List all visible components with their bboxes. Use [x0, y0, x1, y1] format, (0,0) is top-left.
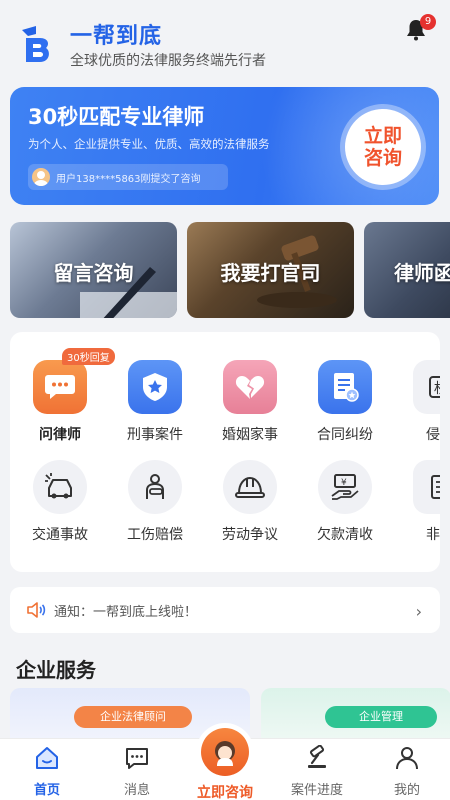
category-criminal[interactable]: 刑事案件	[107, 360, 203, 444]
tab-label: 立即咨询	[197, 785, 253, 800]
tab-profile[interactable]: 我的	[362, 745, 450, 798]
chevron-right-icon: ›	[415, 602, 422, 621]
service-card-message[interactable]: 留言咨询	[10, 222, 177, 318]
consult-now-button[interactable]: 立即咨询	[345, 109, 421, 185]
tab-messages[interactable]: 消息	[92, 745, 182, 798]
speaker-icon	[27, 602, 46, 618]
notice-text: 一帮到底上线啦！	[93, 604, 198, 620]
recent-user-text: 用户138****5863刚提交了咨询	[56, 173, 201, 185]
category-label: 刑事案件	[127, 427, 183, 443]
tab-label: 首页	[33, 783, 60, 798]
banner-title: 30秒匹配专业律师	[28, 105, 205, 129]
service-card-label: 我要打官司	[220, 261, 321, 285]
consult-button-ring	[196, 723, 254, 781]
enterprise-section-title: 企业服务	[16, 658, 96, 682]
broken-heart-icon	[223, 360, 277, 414]
notice-label: 通知：	[54, 604, 94, 620]
message-icon	[126, 748, 148, 769]
lawyer-avatar-icon	[201, 728, 249, 776]
category-debt[interactable]: ¥ 欠款清收	[297, 460, 393, 544]
tab-home[interactable]: 首页	[2, 745, 92, 798]
tab-label: 消息	[123, 783, 150, 798]
svg-text:¥: ¥	[341, 478, 347, 488]
gavel-icon	[308, 744, 326, 768]
category-non-litigation[interactable]: 非讼	[392, 460, 440, 544]
service-cards: 留言咨询 我要打官司 律师函	[10, 222, 450, 318]
category-label: 侵权	[426, 427, 440, 443]
category-contract[interactable]: 合同纠纷	[297, 360, 393, 444]
debt-icon: ¥	[318, 460, 372, 514]
shield-star-icon	[128, 360, 182, 414]
category-label: 问律师	[39, 427, 81, 443]
app-name: 一帮到底	[70, 24, 163, 49]
category-label: 欠款清收	[317, 527, 373, 543]
category-ask-lawyer[interactable]: 30秒回复 问律师	[12, 348, 115, 444]
enterprise-card-tag: 企业管理	[325, 706, 437, 728]
injury-icon	[128, 460, 182, 514]
helmet-icon	[223, 460, 277, 514]
contract-icon	[318, 360, 372, 414]
category-label: 婚姻家事	[222, 427, 278, 443]
app-header: 一帮到底 全球优质的法律服务终端先行者 9	[0, 0, 450, 80]
service-card-label: 律师函	[394, 261, 450, 285]
user-avatar-icon	[32, 168, 50, 186]
tab-label: 我的	[393, 783, 420, 798]
category-traffic[interactable]: 交通事故	[12, 460, 108, 544]
infringement-icon: 权	[413, 360, 440, 414]
category-label: 交通事故	[32, 527, 88, 543]
profile-icon	[396, 747, 418, 770]
tab-case-progress[interactable]: 案件进度	[272, 744, 362, 798]
service-card-lawsuit[interactable]: 我要打官司	[187, 222, 354, 318]
home-icon	[36, 747, 58, 769]
service-card-label: 留言咨询	[53, 261, 134, 285]
notification-badge: 9	[420, 14, 436, 30]
category-infringement[interactable]: 权 侵权	[392, 360, 440, 444]
category-label: 工伤赔偿	[127, 527, 183, 543]
service-card-lawyer-letter[interactable]: 律师函	[364, 222, 450, 318]
tab-label: 案件进度	[290, 783, 343, 798]
category-injury[interactable]: 工伤赔偿	[107, 460, 203, 544]
category-labor[interactable]: 劳动争议	[202, 460, 298, 544]
tab-consult-now[interactable]: 立即咨询	[189, 723, 261, 800]
svg-text:权: 权	[434, 381, 440, 397]
banner-subtitle: 为个人、企业提供专业、优质、高效的法律服务	[28, 137, 270, 151]
chat-bubble-icon	[33, 360, 87, 414]
app-slogan: 全球优质的法律服务终端先行者	[70, 53, 266, 69]
bottom-tab-bar: 首页 消息 立即咨询 案件进度 我的	[0, 723, 450, 800]
consult-now-label: 立即咨询	[363, 125, 402, 169]
app-logo-icon	[22, 26, 49, 62]
notice-bar[interactable]: 通知： 一帮到底上线啦！ ›	[10, 587, 440, 633]
category-grid: 30秒回复 问律师 刑事案件 婚姻家事 合同纠纷 权 侵权 交通事故	[10, 332, 440, 572]
category-marriage[interactable]: 婚姻家事	[202, 360, 298, 444]
non-litigation-icon	[413, 460, 440, 514]
car-accident-icon	[33, 460, 87, 514]
category-label: 合同纠纷	[317, 427, 373, 443]
recent-user-notice: 用户138****5863刚提交了咨询	[28, 164, 228, 190]
enterprise-card-tag: 企业法律顾问	[74, 706, 192, 728]
hero-banner[interactable]: 30秒匹配专业律师 为个人、企业提供专业、优质、高效的法律服务 用户138***…	[10, 87, 439, 205]
category-label: 非讼	[426, 527, 440, 543]
category-label: 劳动争议	[222, 527, 278, 543]
